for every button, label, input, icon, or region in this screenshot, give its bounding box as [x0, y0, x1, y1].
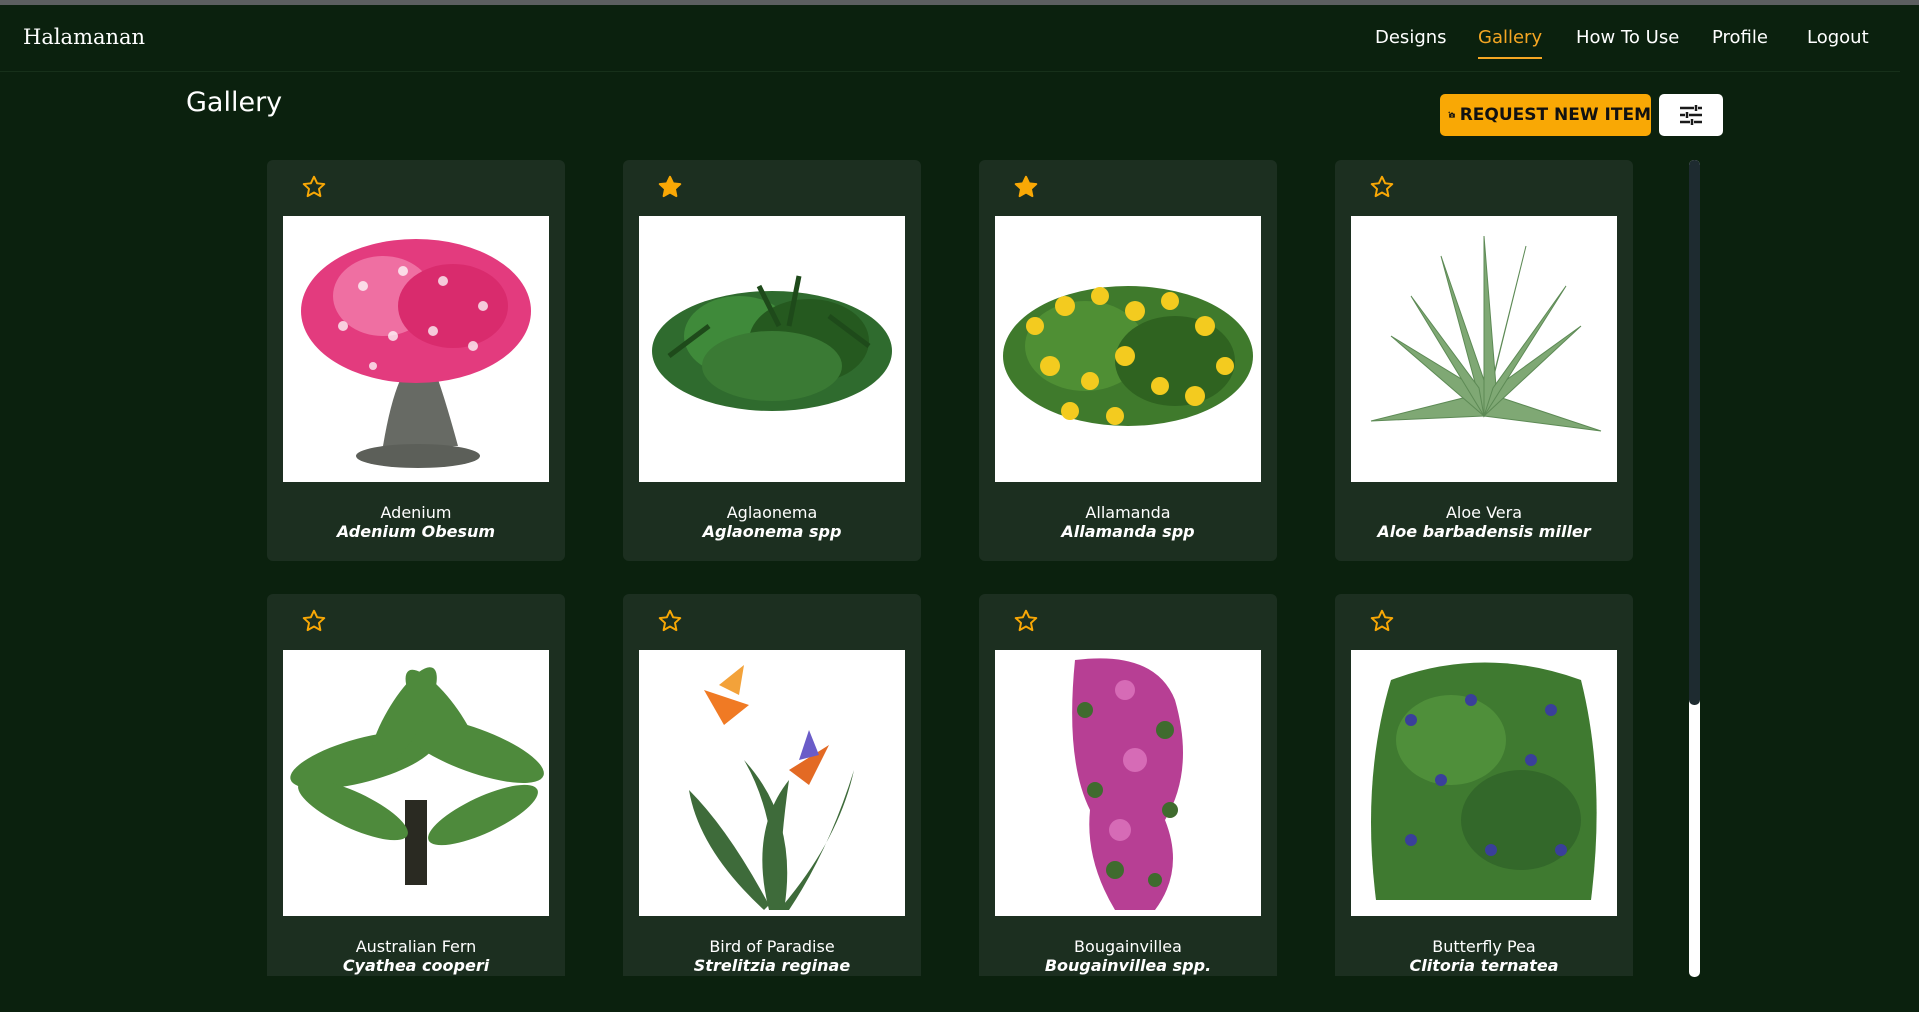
plant-name: Aloe Vera	[1445, 503, 1523, 522]
adenium-image	[283, 216, 549, 482]
australian-fern-image	[283, 650, 549, 916]
active-tab-indicator	[1478, 57, 1543, 59]
aloe-vera-image	[1351, 216, 1617, 482]
plant-name: Butterfly Pea	[1432, 937, 1536, 956]
plant-card[interactable]: Allamanda Allamanda spp	[979, 160, 1277, 561]
sliders-icon	[1680, 105, 1702, 125]
star-filled-icon[interactable]	[657, 174, 683, 200]
plant-name: Bougainvillea	[1074, 937, 1182, 956]
nav-gallery[interactable]: Gallery	[1478, 27, 1543, 59]
plant-scientific-name: Bougainvillea spp.	[1044, 956, 1212, 975]
plant-scientific-name: Strelitzia reginae	[693, 956, 851, 975]
plant-scientific-name: Adenium Obesum	[336, 522, 496, 541]
plant-name: Australian Fern	[355, 937, 477, 956]
nav-logout[interactable]: Logout	[1807, 27, 1869, 48]
plant-card[interactable]: Butterfly Pea Clitoria ternatea	[1335, 594, 1633, 976]
allamanda-image	[995, 216, 1261, 482]
plant-name: Allamanda	[1085, 503, 1171, 522]
nav-designs[interactable]: Designs	[1375, 27, 1447, 48]
add-photo-icon	[1448, 111, 1455, 118]
navbar: Halamanan Designs Gallery How To Use Pro…	[0, 5, 1900, 72]
aglaonema-image	[639, 216, 905, 482]
star-outline-icon[interactable]	[301, 174, 327, 200]
gallery-grid: Adenium Adenium Obesum Aglaonema Aglaone…	[267, 160, 1637, 976]
nav-gallery-label: Gallery	[1478, 27, 1543, 48]
butterfly-pea-image	[1351, 650, 1617, 916]
brand-logo[interactable]: Halamanan	[23, 25, 145, 49]
request-new-item-label: REQUEST NEW ITEM	[1459, 105, 1651, 125]
star-outline-icon[interactable]	[301, 608, 327, 634]
nav-profile[interactable]: Profile	[1712, 27, 1768, 48]
star-outline-icon[interactable]	[657, 608, 683, 634]
plant-scientific-name: Cyathea cooperi	[342, 956, 490, 975]
plant-card[interactable]: Bird of Paradise Strelitzia reginae	[623, 594, 921, 976]
star-outline-icon[interactable]	[1369, 608, 1395, 634]
plant-card[interactable]: Australian Fern Cyathea cooperi	[267, 594, 565, 976]
page-title: Gallery	[186, 87, 283, 118]
gallery-scrollbar[interactable]	[1689, 160, 1700, 977]
scrollbar-thumb[interactable]	[1689, 160, 1700, 705]
plant-card[interactable]: Aglaonema Aglaonema spp	[623, 160, 921, 561]
plant-name: Adenium	[380, 503, 452, 522]
plant-scientific-name: Aloe barbadensis miller	[1377, 522, 1591, 541]
bird-of-paradise-image	[639, 650, 905, 916]
star-filled-icon[interactable]	[1013, 174, 1039, 200]
plant-name: Bird of Paradise	[709, 937, 835, 956]
plant-card[interactable]: Adenium Adenium Obesum	[267, 160, 565, 561]
star-outline-icon[interactable]	[1013, 608, 1039, 634]
plant-card[interactable]: Aloe Vera Aloe barbadensis miller	[1335, 160, 1633, 561]
nav-how-to-use[interactable]: How To Use	[1576, 27, 1679, 48]
bougainvillea-image	[995, 650, 1261, 916]
plant-name: Aglaonema	[726, 503, 818, 522]
plant-scientific-name: Aglaonema spp	[702, 522, 842, 541]
request-new-item-button[interactable]: REQUEST NEW ITEM	[1440, 94, 1651, 136]
star-outline-icon[interactable]	[1369, 174, 1395, 200]
plant-scientific-name: Clitoria ternatea	[1409, 956, 1559, 975]
plant-card[interactable]: Bougainvillea Bougainvillea spp.	[979, 594, 1277, 976]
plant-scientific-name: Allamanda spp	[1061, 522, 1195, 541]
filter-button[interactable]	[1659, 94, 1723, 136]
